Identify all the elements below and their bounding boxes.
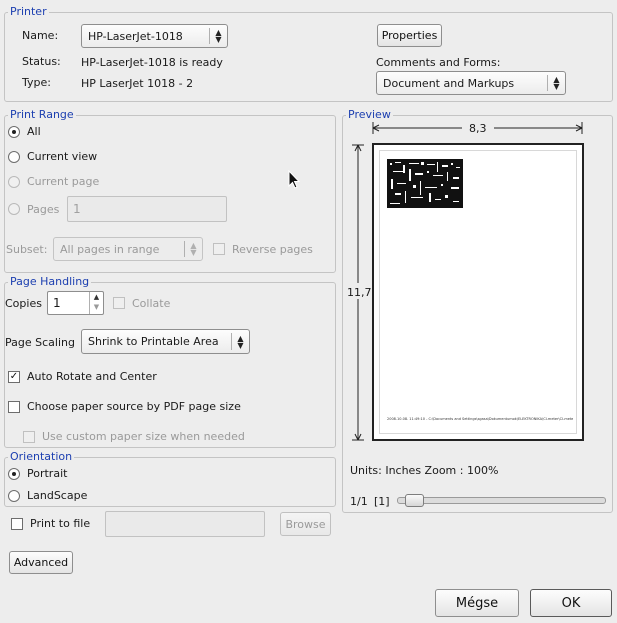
all-label[interactable]: All bbox=[27, 125, 41, 138]
subset-label: Subset: bbox=[6, 243, 48, 256]
preview-footer-text: 2008.10.08. 11:49:10 - C:\Documents and … bbox=[387, 417, 573, 421]
mouse-pointer-icon bbox=[288, 170, 300, 189]
comments-forms-value: Document and Markups bbox=[383, 76, 515, 90]
copies-value: 1 bbox=[53, 296, 61, 310]
chevron-updown-icon: ▲ ▼ bbox=[231, 333, 249, 350]
page-index-label: [1] bbox=[374, 495, 390, 508]
printer-type-label: Type: bbox=[22, 76, 51, 89]
properties-button[interactable]: Properties bbox=[377, 24, 442, 47]
page-scaling-value: Shrink to Printable Area bbox=[88, 335, 219, 348]
collate-label: Collate bbox=[132, 297, 171, 310]
preview-height-label: 11,7 bbox=[347, 286, 372, 299]
copies-spinner[interactable]: 1 ▲ ▼ bbox=[47, 291, 104, 315]
printer-legend: Printer bbox=[8, 5, 49, 18]
page-handling-legend: Page Handling bbox=[8, 275, 92, 288]
current-view-label[interactable]: Current view bbox=[27, 150, 97, 163]
custom-paper-size-label: Use custom paper size when needed bbox=[42, 430, 245, 443]
printer-status-label: Status: bbox=[22, 55, 61, 68]
choose-paper-source-checkbox[interactable] bbox=[8, 401, 20, 413]
reverse-pages-label: Reverse pages bbox=[232, 243, 313, 256]
all-radio[interactable] bbox=[8, 126, 20, 138]
ok-button[interactable]: OK bbox=[530, 589, 612, 617]
chevron-updown-icon: ▲ ▼ bbox=[209, 28, 227, 44]
chevron-updown-icon: ▲ ▼ bbox=[184, 241, 202, 257]
auto-rotate-label[interactable]: Auto Rotate and Center bbox=[27, 370, 157, 383]
comments-forms-label: Comments and Forms: bbox=[376, 56, 501, 69]
print-to-file-checkbox[interactable] bbox=[11, 518, 23, 530]
collate-checkbox[interactable] bbox=[113, 297, 125, 309]
printer-name-value: HP-LaserJet-1018 bbox=[88, 29, 183, 43]
preview-width-label: 8,3 bbox=[469, 122, 487, 135]
units-zoom-label: Units: Inches Zoom : 100% bbox=[350, 464, 499, 477]
current-page-radio[interactable] bbox=[8, 176, 20, 188]
printer-name-select[interactable]: HP-LaserJet-1018 ▲ ▼ bbox=[81, 24, 228, 48]
pages-label: Pages bbox=[27, 203, 60, 216]
portrait-label[interactable]: Portrait bbox=[27, 467, 67, 480]
custom-paper-size-checkbox[interactable] bbox=[23, 431, 35, 443]
page-scaling-label: Page Scaling bbox=[5, 336, 75, 349]
current-page-label: Current page bbox=[27, 175, 100, 188]
pages-input[interactable]: 1 bbox=[67, 196, 227, 222]
current-view-radio[interactable] bbox=[8, 151, 20, 163]
page-count-label: 1/1 bbox=[350, 495, 368, 508]
landscape-label[interactable]: LandScape bbox=[27, 489, 87, 502]
printer-status-value: HP-LaserJet-1018 is ready bbox=[81, 56, 223, 69]
print-range-legend: Print Range bbox=[8, 108, 76, 121]
cancel-button[interactable]: Mégse bbox=[435, 589, 519, 617]
auto-rotate-checkbox[interactable]: ✓ bbox=[8, 371, 20, 383]
chevron-updown-icon: ▲ ▼ bbox=[547, 75, 565, 91]
landscape-radio[interactable] bbox=[8, 490, 20, 502]
browse-button[interactable]: Browse bbox=[280, 512, 331, 536]
choose-paper-source-label[interactable]: Choose paper source by PDF page size bbox=[27, 400, 241, 413]
portrait-radio[interactable] bbox=[8, 468, 20, 480]
print-to-file-path-input[interactable] bbox=[105, 511, 265, 537]
printer-name-label: Name: bbox=[22, 29, 59, 42]
page-scaling-select[interactable]: Shrink to Printable Area ▲ ▼ bbox=[81, 329, 250, 354]
orientation-legend: Orientation bbox=[8, 450, 75, 463]
page-slider-handle[interactable] bbox=[405, 494, 424, 507]
pages-radio[interactable] bbox=[8, 203, 20, 215]
spinner-arrows-icon[interactable]: ▲ ▼ bbox=[89, 292, 103, 314]
page-slider-track[interactable] bbox=[397, 497, 606, 504]
reverse-pages-checkbox[interactable] bbox=[213, 243, 225, 255]
preview-page: 2008.10.08. 11:49:10 - C:\Documents and … bbox=[372, 143, 584, 441]
pcb-artwork-image bbox=[387, 159, 463, 208]
subset-select[interactable]: All pages in range ▲ ▼ bbox=[53, 237, 203, 261]
subset-value: All pages in range bbox=[60, 242, 160, 256]
print-to-file-label[interactable]: Print to file bbox=[30, 517, 90, 530]
copies-label: Copies bbox=[5, 297, 42, 310]
advanced-button[interactable]: Advanced bbox=[9, 551, 73, 574]
comments-forms-select[interactable]: Document and Markups ▲ ▼ bbox=[376, 71, 566, 95]
printer-type-value: HP LaserJet 1018 - 2 bbox=[81, 77, 194, 90]
